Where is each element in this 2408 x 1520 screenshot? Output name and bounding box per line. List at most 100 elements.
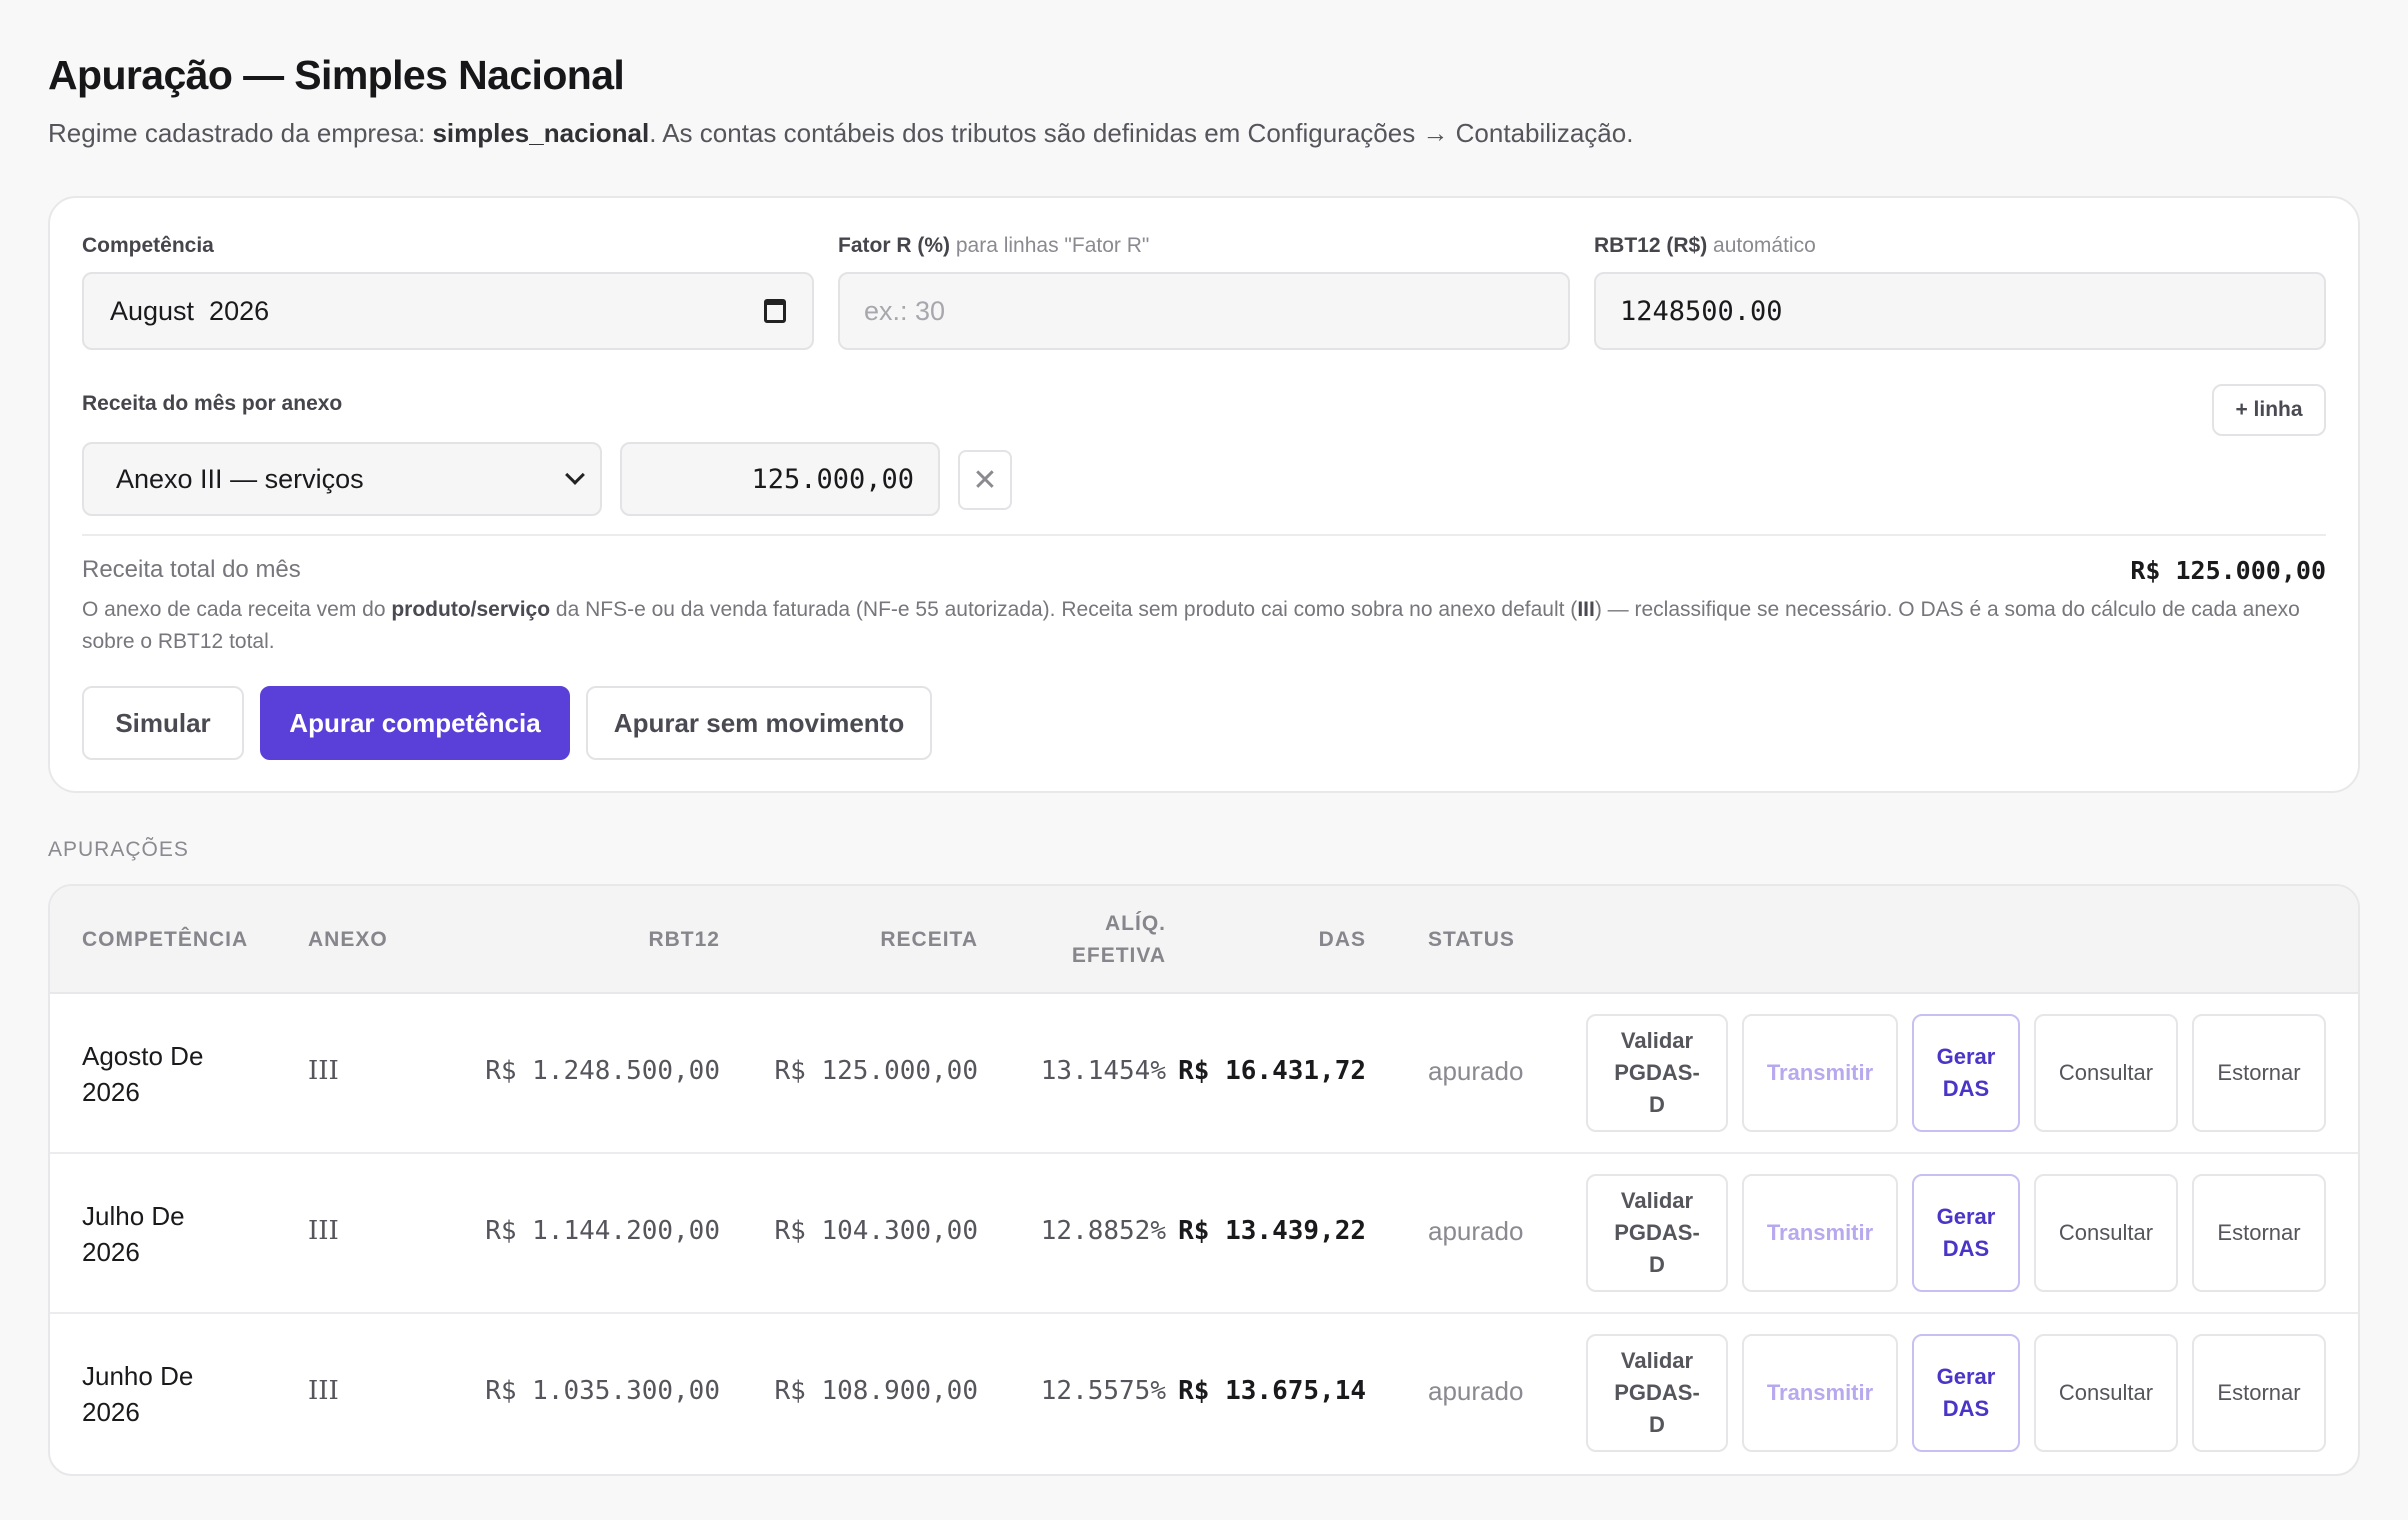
cell-anexo: III [308,1056,339,1086]
transmitir-button[interactable]: Transmitir [1742,1174,1898,1292]
th-aliq-line-1: ALÍQ. [1105,912,1166,935]
note-part-1: O anexo de cada receita vem do [82,598,392,621]
validar-line-3: D [1649,1092,1665,1117]
cell-aliq: 12.5575% [1040,1376,1166,1406]
cell-aliq: 13.1454% [1040,1056,1166,1086]
gerar-line-2: DAS [1942,1396,1990,1421]
th-aliq-line-2: EFETIVA [1071,944,1166,967]
fator-r-input[interactable]: ex.: 30 [838,272,1570,350]
gerar-das-button[interactable]: Gerar DAS [1912,1334,2020,1452]
transmitir-button[interactable]: Transmitir [1742,1014,1898,1132]
rbt12-value: 1248500.00 [1620,295,1783,327]
cell-competencia: Junho De 2026 [82,1358,242,1430]
consultar-button[interactable]: Consultar [2034,1174,2178,1292]
note-bold-1: produto/serviço [391,598,551,621]
anexo-select[interactable]: Anexo III — serviços [82,442,602,516]
simular-button[interactable]: Simular [82,686,244,760]
table-header: COMPETÊNCIA ANEXO RBT12 RECEITA ALÍQ. EFE… [50,886,2358,994]
competencia-date-input[interactable]: August 2026 [82,272,814,350]
divider [82,534,2326,536]
subtitle-suffix: . As contas contábeis dos tributos são d… [649,118,1634,148]
page-subtitle: Regime cadastrado da empresa: simples_na… [48,118,1633,149]
cell-receita: R$ 108.900,00 [774,1376,979,1406]
validar-pgdas-button[interactable]: Validar PGDAS- D [1586,1014,1728,1132]
cell-rbt12: R$ 1.035.300,00 [485,1376,720,1406]
competencia-value: August 2026 [110,295,270,326]
estornar-button[interactable]: Estornar [2192,1334,2326,1452]
estornar-button[interactable]: Estornar [2192,1174,2326,1292]
fator-r-label-text: Fator R (%) [838,234,950,257]
transmitir-button[interactable]: Transmitir [1742,1334,1898,1452]
gerar-line-1: Gerar [1936,1204,1996,1229]
receita-anexo-label: Receita do mês por anexo [82,392,343,415]
cell-receita: R$ 104.300,00 [774,1216,979,1246]
section-title-apuracoes: APURAÇÕES [48,838,189,861]
close-icon: ✕ [972,463,998,497]
cell-aliq: 12.8852% [1040,1216,1166,1246]
competencia-line-2: 2026 [82,1397,140,1427]
cell-das: R$ 16.431,72 [1178,1056,1366,1086]
gerar-line-2: DAS [1942,1236,1990,1261]
rbt12-label-text: RBT12 (R$) [1594,234,1708,257]
status-badge: apurado [1428,1056,1524,1086]
competencia-line-1: Agosto De [82,1041,204,1071]
cell-rbt12: R$ 1.248.500,00 [485,1056,720,1086]
status-badge: apurado [1428,1216,1524,1246]
cell-competencia: Julho De 2026 [82,1198,242,1270]
validar-line-1: Validar [1620,1348,1694,1373]
table-row: Junho De 2026 III R$ 1.035.300,00 R$ 108.… [50,1314,2358,1474]
consultar-button[interactable]: Consultar [2034,1014,2178,1132]
competencia-label: Competência [82,234,214,257]
gerar-das-button[interactable]: Gerar DAS [1912,1174,2020,1292]
competencia-line-2: 2026 [82,1237,140,1267]
chevron-down-icon [565,465,585,485]
anexo-selected-value: Anexo III — serviços [116,463,364,494]
anexo-amount-input[interactable]: 125.000,00 [620,442,940,516]
cell-competencia: Agosto De 2026 [82,1038,242,1110]
total-receita-label: Receita total do mês [82,556,301,583]
fator-r-hint: para linhas "Fator R" [955,234,1150,257]
remove-line-button[interactable]: ✕ [958,450,1012,510]
fator-r-label: Fator R (%) para linhas "Fator R" [838,234,1149,258]
help-note: O anexo de cada receita vem do produto/s… [82,594,2326,658]
add-line-button[interactable]: + linha [2212,384,2326,436]
page-title: Apuração — Simples Nacional [48,52,625,98]
gerar-line-1: Gerar [1936,1044,1996,1069]
rbt12-input[interactable]: 1248500.00 [1594,272,2326,350]
validar-line-2: PGDAS- [1614,1220,1700,1245]
apurar-competencia-button[interactable]: Apurar competência [260,686,570,760]
calendar-icon[interactable] [764,299,786,323]
note-part-2: da NFS-e ou da venda faturada (NF-e 55 a… [550,598,1578,621]
table-row: Julho De 2026 III R$ 1.144.200,00 R$ 104.… [50,1154,2358,1314]
estornar-button[interactable]: Estornar [2192,1014,2326,1132]
validar-line-3: D [1649,1412,1665,1437]
validar-pgdas-button[interactable]: Validar PGDAS- D [1586,1334,1728,1452]
apuracoes-table: COMPETÊNCIA ANEXO RBT12 RECEITA ALÍQ. EFE… [48,884,2360,1476]
cell-anexo: III [308,1216,339,1246]
cell-das: R$ 13.439,22 [1178,1216,1366,1246]
table-row: Agosto De 2026 III R$ 1.248.500,00 R$ 125… [50,994,2358,1154]
validar-pgdas-button[interactable]: Validar PGDAS- D [1586,1174,1728,1292]
validar-line-3: D [1649,1252,1665,1277]
th-aliq-efetiva: ALÍQ. EFETIVA [1072,908,1166,972]
subtitle-prefix: Regime cadastrado da empresa: [48,118,433,148]
gerar-line-2: DAS [1942,1076,1990,1101]
apuracao-form-card: Competência Fator R (%) para linhas "Fat… [48,196,2360,793]
th-das: DAS [1318,928,1366,951]
anexo-amount-value: 125.000,00 [751,463,914,495]
th-anexo: ANEXO [308,928,388,951]
competencia-line-1: Julho De [82,1201,185,1231]
th-competencia: COMPETÊNCIA [82,928,249,951]
total-receita-value: R$ 125.000,00 [2130,556,2326,585]
consultar-button[interactable]: Consultar [2034,1334,2178,1452]
cell-anexo: III [308,1376,339,1406]
th-receita: RECEITA [880,928,978,951]
gerar-line-1: Gerar [1936,1364,1996,1389]
subtitle-regime: simples_nacional [432,118,650,148]
th-rbt12: RBT12 [648,928,720,951]
apurar-sem-movimento-button[interactable]: Apurar sem movimento [586,686,932,760]
rbt12-label: RBT12 (R$) automático [1594,234,1816,258]
cell-das: R$ 13.675,14 [1178,1376,1366,1406]
gerar-das-button[interactable]: Gerar DAS [1912,1014,2020,1132]
validar-line-2: PGDAS- [1614,1060,1700,1085]
